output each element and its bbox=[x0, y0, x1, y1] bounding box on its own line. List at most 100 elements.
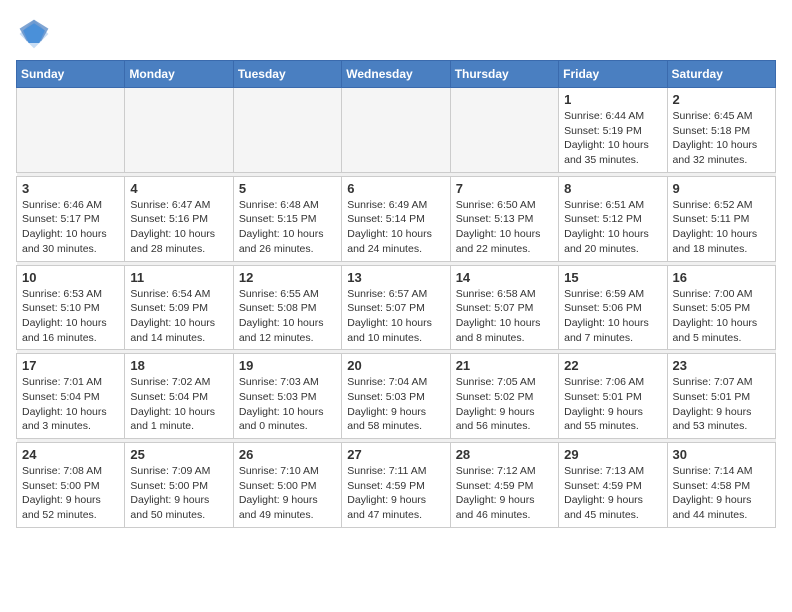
day-info: Sunrise: 6:53 AMSunset: 5:10 PMDaylight:… bbox=[22, 287, 119, 346]
day-info: Sunrise: 6:46 AMSunset: 5:17 PMDaylight:… bbox=[22, 198, 119, 257]
day-number: 25 bbox=[130, 447, 227, 462]
calendar-cell: 14 Sunrise: 6:58 AMSunset: 5:07 PMDayligh… bbox=[450, 265, 558, 350]
weekday-header: Friday bbox=[559, 61, 667, 88]
day-info: Sunrise: 6:52 AMSunset: 5:11 PMDaylight:… bbox=[673, 198, 770, 257]
day-number: 14 bbox=[456, 270, 553, 285]
day-info: Sunrise: 6:49 AMSunset: 5:14 PMDaylight:… bbox=[347, 198, 444, 257]
day-info: Sunrise: 7:02 AMSunset: 5:04 PMDaylight:… bbox=[130, 375, 227, 434]
day-number: 20 bbox=[347, 358, 444, 373]
day-number: 7 bbox=[456, 181, 553, 196]
day-info: Sunrise: 7:00 AMSunset: 5:05 PMDaylight:… bbox=[673, 287, 770, 346]
calendar-table: SundayMondayTuesdayWednesdayThursdayFrid… bbox=[16, 60, 776, 528]
day-info: Sunrise: 7:05 AMSunset: 5:02 PMDaylight:… bbox=[456, 375, 553, 434]
calendar-cell: 13 Sunrise: 6:57 AMSunset: 5:07 PMDayligh… bbox=[342, 265, 450, 350]
day-info: Sunrise: 6:50 AMSunset: 5:13 PMDaylight:… bbox=[456, 198, 553, 257]
day-info: Sunrise: 6:55 AMSunset: 5:08 PMDaylight:… bbox=[239, 287, 336, 346]
weekday-header: Wednesday bbox=[342, 61, 450, 88]
calendar-cell: 29 Sunrise: 7:13 AMSunset: 4:59 PMDayligh… bbox=[559, 443, 667, 528]
calendar-cell bbox=[450, 88, 558, 173]
day-number: 15 bbox=[564, 270, 661, 285]
calendar-cell: 9 Sunrise: 6:52 AMSunset: 5:11 PMDaylight… bbox=[667, 176, 775, 261]
calendar-week-row: 17 Sunrise: 7:01 AMSunset: 5:04 PMDayligh… bbox=[17, 354, 776, 439]
day-info: Sunrise: 6:59 AMSunset: 5:06 PMDaylight:… bbox=[564, 287, 661, 346]
day-number: 24 bbox=[22, 447, 119, 462]
day-number: 1 bbox=[564, 92, 661, 107]
weekday-header: Sunday bbox=[17, 61, 125, 88]
day-info: Sunrise: 7:04 AMSunset: 5:03 PMDaylight:… bbox=[347, 375, 444, 434]
calendar-cell: 7 Sunrise: 6:50 AMSunset: 5:13 PMDaylight… bbox=[450, 176, 558, 261]
calendar-cell: 21 Sunrise: 7:05 AMSunset: 5:02 PMDayligh… bbox=[450, 354, 558, 439]
day-info: Sunrise: 6:45 AMSunset: 5:18 PMDaylight:… bbox=[673, 109, 770, 168]
day-info: Sunrise: 6:58 AMSunset: 5:07 PMDaylight:… bbox=[456, 287, 553, 346]
day-info: Sunrise: 7:08 AMSunset: 5:00 PMDaylight:… bbox=[22, 464, 119, 523]
day-number: 8 bbox=[564, 181, 661, 196]
calendar-cell: 10 Sunrise: 6:53 AMSunset: 5:10 PMDayligh… bbox=[17, 265, 125, 350]
day-info: Sunrise: 6:47 AMSunset: 5:16 PMDaylight:… bbox=[130, 198, 227, 257]
page-header bbox=[16, 16, 776, 52]
day-number: 18 bbox=[130, 358, 227, 373]
day-info: Sunrise: 6:54 AMSunset: 5:09 PMDaylight:… bbox=[130, 287, 227, 346]
calendar-cell bbox=[342, 88, 450, 173]
calendar-week-row: 10 Sunrise: 6:53 AMSunset: 5:10 PMDayligh… bbox=[17, 265, 776, 350]
day-number: 12 bbox=[239, 270, 336, 285]
day-number: 30 bbox=[673, 447, 770, 462]
day-info: Sunrise: 6:48 AMSunset: 5:15 PMDaylight:… bbox=[239, 198, 336, 257]
weekday-header-row: SundayMondayTuesdayWednesdayThursdayFrid… bbox=[17, 61, 776, 88]
calendar-week-row: 24 Sunrise: 7:08 AMSunset: 5:00 PMDayligh… bbox=[17, 443, 776, 528]
weekday-header: Monday bbox=[125, 61, 233, 88]
day-number: 3 bbox=[22, 181, 119, 196]
day-number: 22 bbox=[564, 358, 661, 373]
day-number: 16 bbox=[673, 270, 770, 285]
day-info: Sunrise: 7:09 AMSunset: 5:00 PMDaylight:… bbox=[130, 464, 227, 523]
calendar-cell: 12 Sunrise: 6:55 AMSunset: 5:08 PMDayligh… bbox=[233, 265, 341, 350]
calendar-cell: 23 Sunrise: 7:07 AMSunset: 5:01 PMDayligh… bbox=[667, 354, 775, 439]
day-number: 10 bbox=[22, 270, 119, 285]
day-number: 23 bbox=[673, 358, 770, 373]
day-number: 4 bbox=[130, 181, 227, 196]
day-info: Sunrise: 6:51 AMSunset: 5:12 PMDaylight:… bbox=[564, 198, 661, 257]
day-info: Sunrise: 7:07 AMSunset: 5:01 PMDaylight:… bbox=[673, 375, 770, 434]
day-info: Sunrise: 7:14 AMSunset: 4:58 PMDaylight:… bbox=[673, 464, 770, 523]
calendar-cell: 3 Sunrise: 6:46 AMSunset: 5:17 PMDaylight… bbox=[17, 176, 125, 261]
day-number: 5 bbox=[239, 181, 336, 196]
day-info: Sunrise: 7:10 AMSunset: 5:00 PMDaylight:… bbox=[239, 464, 336, 523]
calendar-cell: 4 Sunrise: 6:47 AMSunset: 5:16 PMDaylight… bbox=[125, 176, 233, 261]
logo bbox=[16, 16, 56, 52]
calendar-cell bbox=[233, 88, 341, 173]
day-number: 29 bbox=[564, 447, 661, 462]
calendar-week-row: 1 Sunrise: 6:44 AMSunset: 5:19 PMDaylight… bbox=[17, 88, 776, 173]
calendar-cell: 16 Sunrise: 7:00 AMSunset: 5:05 PMDayligh… bbox=[667, 265, 775, 350]
day-info: Sunrise: 7:11 AMSunset: 4:59 PMDaylight:… bbox=[347, 464, 444, 523]
calendar-cell: 24 Sunrise: 7:08 AMSunset: 5:00 PMDayligh… bbox=[17, 443, 125, 528]
day-info: Sunrise: 7:13 AMSunset: 4:59 PMDaylight:… bbox=[564, 464, 661, 523]
calendar-cell: 30 Sunrise: 7:14 AMSunset: 4:58 PMDayligh… bbox=[667, 443, 775, 528]
calendar-cell: 6 Sunrise: 6:49 AMSunset: 5:14 PMDaylight… bbox=[342, 176, 450, 261]
calendar-week-row: 3 Sunrise: 6:46 AMSunset: 5:17 PMDaylight… bbox=[17, 176, 776, 261]
day-number: 26 bbox=[239, 447, 336, 462]
calendar-cell: 28 Sunrise: 7:12 AMSunset: 4:59 PMDayligh… bbox=[450, 443, 558, 528]
calendar-cell bbox=[125, 88, 233, 173]
calendar-cell: 17 Sunrise: 7:01 AMSunset: 5:04 PMDayligh… bbox=[17, 354, 125, 439]
calendar-cell: 15 Sunrise: 6:59 AMSunset: 5:06 PMDayligh… bbox=[559, 265, 667, 350]
calendar-cell: 22Sunrise: 7:06 AMSunset: 5:01 PMDayligh… bbox=[559, 354, 667, 439]
calendar-cell: 8 Sunrise: 6:51 AMSunset: 5:12 PMDaylight… bbox=[559, 176, 667, 261]
day-number: 17 bbox=[22, 358, 119, 373]
day-number: 2 bbox=[673, 92, 770, 107]
calendar-cell: 5 Sunrise: 6:48 AMSunset: 5:15 PMDaylight… bbox=[233, 176, 341, 261]
calendar-cell: 20 Sunrise: 7:04 AMSunset: 5:03 PMDayligh… bbox=[342, 354, 450, 439]
day-number: 28 bbox=[456, 447, 553, 462]
day-info: Sunrise: 6:44 AMSunset: 5:19 PMDaylight:… bbox=[564, 109, 661, 168]
day-info: Sunrise: 7:12 AMSunset: 4:59 PMDaylight:… bbox=[456, 464, 553, 523]
weekday-header: Tuesday bbox=[233, 61, 341, 88]
day-info: Sunrise: 7:01 AMSunset: 5:04 PMDaylight:… bbox=[22, 375, 119, 434]
calendar-cell: 1 Sunrise: 6:44 AMSunset: 5:19 PMDaylight… bbox=[559, 88, 667, 173]
calendar-cell: 26 Sunrise: 7:10 AMSunset: 5:00 PMDayligh… bbox=[233, 443, 341, 528]
day-number: 19 bbox=[239, 358, 336, 373]
day-number: 9 bbox=[673, 181, 770, 196]
day-number: 13 bbox=[347, 270, 444, 285]
calendar-cell: 18 Sunrise: 7:02 AMSunset: 5:04 PMDayligh… bbox=[125, 354, 233, 439]
day-number: 11 bbox=[130, 270, 227, 285]
day-info: Sunrise: 6:57 AMSunset: 5:07 PMDaylight:… bbox=[347, 287, 444, 346]
day-number: 21 bbox=[456, 358, 553, 373]
day-number: 6 bbox=[347, 181, 444, 196]
